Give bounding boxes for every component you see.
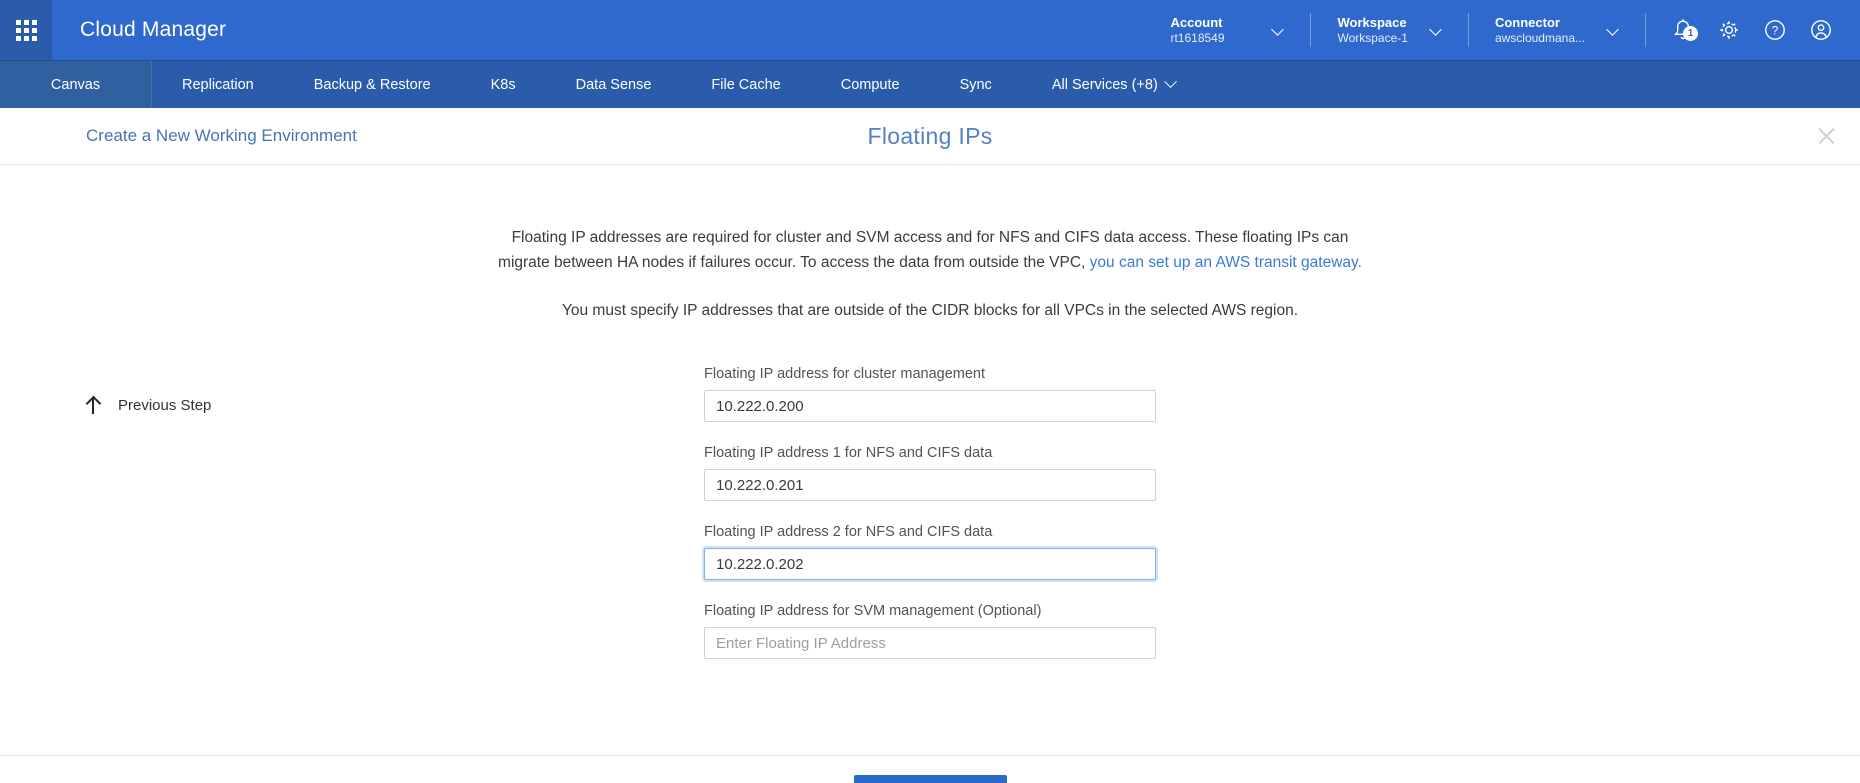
nfs-cifs-ip-2-input[interactable] bbox=[704, 548, 1156, 580]
app-grid-icon bbox=[15, 19, 37, 41]
workspace-selector[interactable]: Workspace Workspace-1 bbox=[1311, 13, 1469, 47]
settings-button[interactable] bbox=[1706, 0, 1752, 60]
help-question-icon: ? bbox=[1765, 20, 1785, 40]
account-selector[interactable]: Account rt1618549 bbox=[1144, 13, 1312, 47]
help-button[interactable]: ? bbox=[1752, 0, 1798, 60]
workspace-selector-text[interactable]: Workspace Workspace-1 bbox=[1311, 15, 1407, 46]
aws-transit-gateway-link[interactable]: you can set up an AWS transit gateway. bbox=[1090, 254, 1362, 271]
workspace-value: Workspace-1 bbox=[1337, 30, 1408, 45]
divider bbox=[1645, 13, 1646, 47]
nav-item-all-services[interactable]: All Services (+8) bbox=[1022, 61, 1205, 108]
field-nfs-cifs-1: Floating IP address 1 for NFS and CIFS d… bbox=[704, 445, 1156, 501]
connector-value: awscloudmana... bbox=[1494, 30, 1585, 45]
chevron-down-icon bbox=[1163, 75, 1177, 89]
field-cluster-management: Floating IP address for cluster manageme… bbox=[704, 366, 1156, 422]
field-label: Floating IP address 1 for NFS and CIFS d… bbox=[704, 445, 993, 461]
user-account-button[interactable] bbox=[1798, 0, 1844, 60]
nav-item-label: All Services (+8) bbox=[1051, 76, 1158, 93]
nav-item-label: Compute bbox=[840, 76, 900, 93]
wizard-body: Previous Step Floating IP addresses are … bbox=[0, 165, 1860, 783]
intro-text: Floating IP addresses are required for c… bbox=[485, 165, 1375, 323]
wizard-header: Create a New Working Environment Floatin… bbox=[0, 108, 1860, 165]
connector-selector-text[interactable]: Connector awscloudmana... bbox=[1469, 15, 1585, 46]
chevron-down-icon[interactable] bbox=[1430, 24, 1442, 36]
chevron-down-icon[interactable] bbox=[1272, 24, 1284, 36]
nav-item-k8s[interactable]: K8s bbox=[461, 61, 546, 108]
continue-button[interactable]: Continue bbox=[853, 775, 1007, 783]
nav-item-label: Data Sense bbox=[575, 76, 652, 93]
nav-item-backup-restore[interactable]: Backup & Restore bbox=[284, 61, 461, 108]
chevron-down-icon[interactable] bbox=[1607, 24, 1619, 36]
nav-item-data-sense[interactable]: Data Sense bbox=[546, 61, 682, 108]
notifications-button[interactable]: 1 bbox=[1660, 0, 1706, 60]
account-selector-text[interactable]: Account rt1618549 bbox=[1144, 15, 1236, 46]
nav-item-replication[interactable]: Replication bbox=[152, 61, 284, 108]
svg-text:?: ? bbox=[1772, 25, 1778, 37]
notification-count-badge: 1 bbox=[1683, 26, 1698, 41]
svm-management-ip-input[interactable] bbox=[704, 627, 1156, 659]
connector-selector[interactable]: Connector awscloudmana... bbox=[1469, 13, 1646, 47]
floating-ip-form: Floating IP address for cluster manageme… bbox=[704, 323, 1156, 659]
connector-label: Connector bbox=[1494, 14, 1560, 30]
main-navigation: Canvas Replication Backup & Restore K8s … bbox=[0, 60, 1860, 108]
nav-item-canvas[interactable]: Canvas bbox=[0, 61, 152, 108]
top-header-bar: Cloud Manager Account rt1618549 Workspac… bbox=[0, 0, 1860, 60]
nav-item-label: File Cache bbox=[711, 76, 781, 93]
field-label: Floating IP address for cluster manageme… bbox=[704, 366, 986, 382]
user-account-icon bbox=[1811, 20, 1831, 40]
arrow-up-icon bbox=[86, 397, 99, 414]
intro-paragraph-1: Floating IP addresses are required for c… bbox=[485, 225, 1375, 275]
settings-gear-icon bbox=[1720, 21, 1738, 39]
nav-item-sync[interactable]: Sync bbox=[930, 61, 1022, 108]
field-svm-management: Floating IP address for SVM management (… bbox=[704, 603, 1156, 659]
account-label: Account bbox=[1170, 14, 1223, 30]
field-nfs-cifs-2: Floating IP address 2 for NFS and CIFS d… bbox=[704, 524, 1156, 580]
field-label: Floating IP address 2 for NFS and CIFS d… bbox=[704, 524, 993, 540]
field-label: Floating IP address for SVM management (… bbox=[704, 603, 1042, 619]
previous-step-label: Previous Step bbox=[118, 397, 212, 414]
nav-item-label: Canvas bbox=[50, 76, 101, 93]
header-right-cluster: Account rt1618549 Workspace Workspace-1 … bbox=[1144, 0, 1860, 60]
nav-item-label: Backup & Restore bbox=[313, 76, 431, 93]
nav-item-label: Sync bbox=[959, 76, 992, 93]
app-brand-title: Cloud Manager bbox=[80, 18, 227, 41]
app-grid-button[interactable] bbox=[0, 0, 52, 60]
nav-item-label: K8s bbox=[490, 76, 516, 93]
close-icon[interactable] bbox=[1812, 122, 1840, 150]
intro-paragraph-2: You must specify IP addresses that are o… bbox=[561, 302, 1299, 319]
nav-item-file-cache[interactable]: File Cache bbox=[681, 61, 810, 108]
previous-step-button[interactable]: Previous Step bbox=[86, 397, 211, 414]
wizard-footer: Continue bbox=[0, 755, 1860, 783]
nav-item-compute[interactable]: Compute bbox=[811, 61, 930, 108]
nfs-cifs-ip-1-input[interactable] bbox=[704, 469, 1156, 501]
nav-item-label: Replication bbox=[182, 76, 254, 93]
account-value: rt1618549 bbox=[1170, 30, 1225, 45]
page-title: Floating IPs bbox=[867, 122, 993, 149]
cluster-management-ip-input[interactable] bbox=[704, 390, 1156, 422]
workspace-label: Workspace bbox=[1337, 14, 1407, 30]
